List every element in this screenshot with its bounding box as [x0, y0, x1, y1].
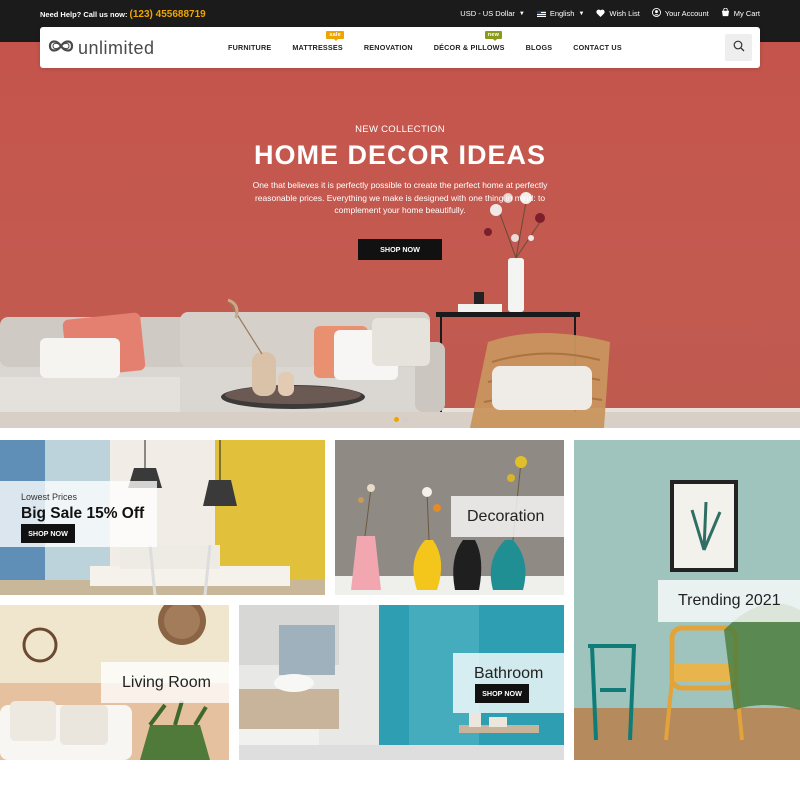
top-links: USD - US Dollar ▼ English ▼ Wish List Yo…: [460, 7, 760, 19]
nav-blogs[interactable]: BLOGS: [526, 43, 553, 52]
decoration-title: Decoration: [467, 508, 545, 525]
currency-label: USD - US Dollar: [460, 9, 515, 18]
hero-description: One that believes it is perfectly possib…: [252, 180, 548, 215]
sale-big-text: Big Sale 15% Off: [21, 505, 145, 522]
cart-icon: [721, 7, 730, 19]
banner-living-room[interactable]: Living Room: [0, 605, 229, 760]
nav-label: RENOVATION: [363, 43, 413, 52]
hero-slider: NEW COLLECTION HOME DECOR IDEAS One that…: [0, 42, 800, 428]
new-badge: new: [484, 31, 503, 41]
hero-shop-now-button[interactable]: SHOP NOW: [358, 239, 442, 260]
hero-title: HOME DECOR IDEAS: [253, 140, 547, 170]
hero-subtitle: NEW COLLECTION: [355, 124, 445, 135]
slider-dot[interactable]: [403, 417, 408, 422]
account-link[interactable]: Your Account: [651, 8, 709, 19]
banner-trending[interactable]: Trending 2021: [574, 440, 800, 760]
chevron-down-icon: ▼: [518, 10, 525, 17]
bathroom-label-box: [453, 653, 564, 713]
heart-icon: [596, 9, 606, 19]
cart-label: My Cart: [733, 9, 760, 18]
trending-title: Trending 2021: [678, 592, 781, 609]
bathroom-shop-now-button[interactable]: SHOP NOW: [475, 684, 529, 703]
sale-badge: sale: [326, 31, 344, 41]
banner-bathroom[interactable]: Bathroom SHOP NOW: [239, 605, 564, 760]
flag-icon: [536, 10, 546, 17]
slider-dots: [394, 417, 408, 422]
banner-big-sale[interactable]: Lowest Prices Big Sale 15% Off SHOP NOW: [0, 440, 325, 595]
nav-furniture[interactable]: FURNITURE: [228, 43, 271, 52]
hero-image: [0, 192, 800, 428]
currency-selector[interactable]: USD - US Dollar ▼: [460, 9, 525, 18]
nav-label: MATTRESSES: [292, 43, 343, 52]
nav-label: BLOGS: [525, 43, 553, 52]
sale-small-text: Lowest Prices: [21, 492, 78, 502]
nav-mattresses[interactable]: sale MATTRESSES: [292, 31, 344, 52]
cart-link[interactable]: My Cart: [721, 7, 760, 19]
search-icon: [733, 39, 745, 57]
logo-text: unlimited: [78, 38, 155, 58]
help-label: Need Help? Call us now:: [40, 10, 128, 19]
banner-decoration[interactable]: Decoration: [335, 440, 564, 595]
user-icon: [651, 8, 661, 19]
nav-label: CONTACT US: [573, 43, 622, 52]
phone-number[interactable]: (123) 455688719: [130, 9, 206, 20]
infinity-logo-icon: [47, 38, 75, 59]
search-button[interactable]: [725, 34, 752, 61]
language-selector[interactable]: English ▼: [536, 9, 585, 18]
wishlist-label: Wish List: [609, 9, 640, 18]
nav-label: DÉCOR & PILLOWS: [433, 43, 505, 52]
help-line: Need Help? Call us now: (123) 455688719: [40, 9, 206, 20]
slider-dot[interactable]: [394, 417, 399, 422]
main-nav: FURNITURE sale MATTRESSES RENOVATION new…: [228, 31, 622, 52]
account-label: Your Account: [664, 9, 709, 18]
chevron-down-icon: ▼: [578, 10, 585, 17]
living-title: Living Room: [122, 674, 211, 691]
sale-shop-now-button[interactable]: SHOP NOW: [21, 524, 75, 543]
wishlist-link[interactable]: Wish List: [596, 9, 640, 19]
nav-renovation[interactable]: RENOVATION: [364, 43, 413, 52]
nav-label: FURNITURE: [228, 43, 272, 52]
nav-decor-pillows[interactable]: new DÉCOR & PILLOWS: [433, 31, 505, 52]
page: Need Help? Call us now: (123) 455688719 …: [0, 0, 800, 800]
bathroom-title: Bathroom: [474, 665, 544, 682]
language-label: English: [549, 9, 575, 18]
logo[interactable]: unlimited: [47, 38, 155, 59]
main-header: unlimited FURNITURE sale MATTRESSES RENO…: [40, 27, 760, 68]
nav-contact-us[interactable]: CONTACT US: [573, 43, 622, 52]
